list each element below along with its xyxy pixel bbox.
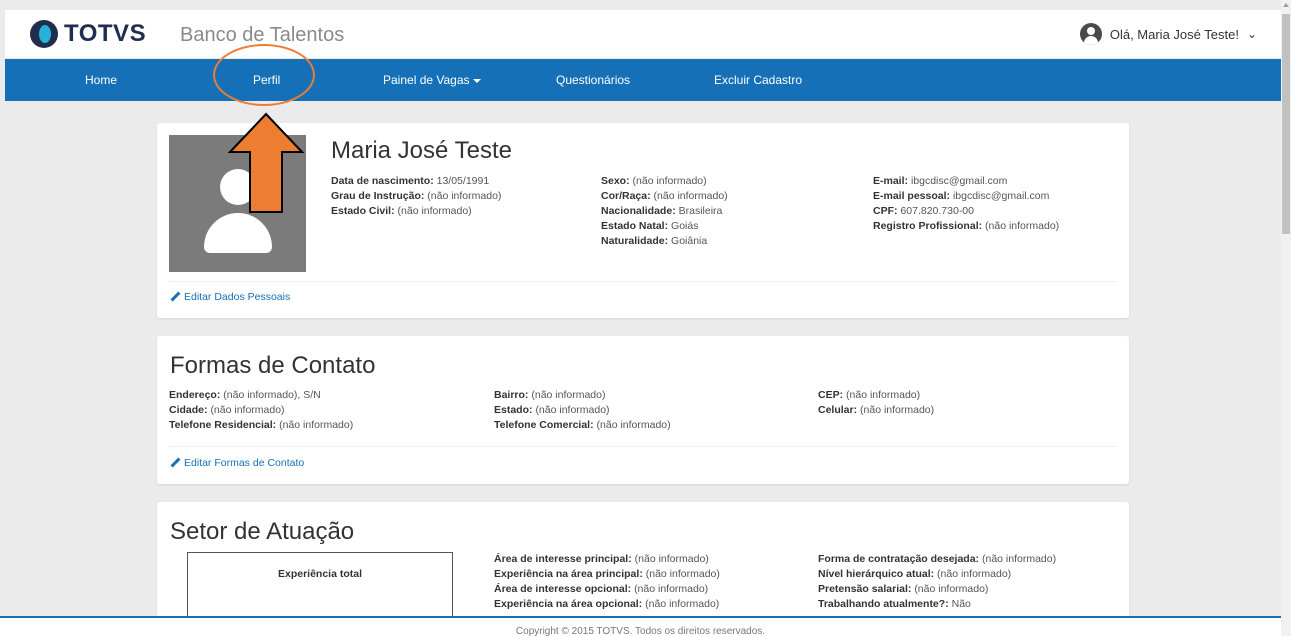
nav-painel-vagas-label: Painel de Vagas bbox=[383, 73, 470, 87]
field-row: CEP: (não informado) bbox=[818, 389, 921, 401]
contact-card: Formas de Contato Endereço: (não informa… bbox=[157, 336, 1129, 484]
field-row: E-mail: ibgcdisc@gmail.com bbox=[873, 175, 1008, 187]
sector-col-2: Área de interesse principal: (não inform… bbox=[494, 552, 720, 612]
user-menu[interactable]: Olá, Maria José Teste! ⌄ bbox=[1079, 23, 1257, 45]
field-row: E-mail pessoal: ibgcdisc@gmail.com bbox=[873, 190, 1050, 202]
field-row: Cidade: (não informado) bbox=[169, 404, 285, 416]
contact-col-2: Bairro: (não informado) Estado: (não inf… bbox=[494, 388, 671, 433]
totvs-logo[interactable]: TOTVS bbox=[30, 20, 146, 48]
totvs-logo-icon bbox=[30, 20, 58, 48]
vertical-scrollbar[interactable] bbox=[1281, 0, 1291, 636]
nav-questionarios[interactable]: Questionários bbox=[556, 73, 630, 87]
personal-col-3: E-mail: ibgcdisc@gmail.com E-mail pessoa… bbox=[873, 174, 1059, 234]
contact-col-1: Endereço: (não informado), S/N Cidade: (… bbox=[169, 388, 353, 433]
field-row: Nacionalidade: Brasileira bbox=[601, 205, 723, 217]
field-row: Experiência na área principal: (não info… bbox=[494, 568, 720, 580]
sector-title: Setor de Atuação bbox=[170, 518, 355, 545]
field-row: Celular: (não informado) bbox=[818, 404, 935, 416]
field-row: Estado: (não informado) bbox=[494, 404, 610, 416]
brand-name: TOTVS bbox=[64, 20, 147, 47]
field-row: Estado Natal: Goiás bbox=[601, 220, 699, 232]
field-row: Endereço: (não informado), S/N bbox=[169, 389, 321, 401]
pencil-icon bbox=[170, 458, 180, 468]
chevron-down-icon: ⌄ bbox=[1246, 27, 1257, 41]
field-row: Forma de contratação desejada: (não info… bbox=[818, 553, 1057, 565]
contact-title: Formas de Contato bbox=[170, 352, 376, 379]
nav-home[interactable]: Home bbox=[85, 73, 117, 87]
field-row: Data de nascimento: 13/05/1991 bbox=[331, 175, 490, 187]
sector-col-3: Forma de contratação desejada: (não info… bbox=[818, 552, 1056, 612]
field-row: Área de interesse opcional: (não informa… bbox=[494, 583, 709, 595]
main-navbar: Home Perfil Painel de Vagas Questionário… bbox=[5, 59, 1281, 101]
personal-col-2: Sexo: (não informado) Cor/Raça: (não inf… bbox=[601, 174, 728, 249]
top-header: TOTVS Banco de Talentos Olá, Maria José … bbox=[5, 10, 1281, 58]
profile-name: Maria José Teste bbox=[331, 137, 512, 164]
field-row: Nível hierárquico atual: (não informado) bbox=[818, 568, 1012, 580]
nav-excluir-cadastro[interactable]: Excluir Cadastro bbox=[714, 73, 802, 87]
personal-col-1: Data de nascimento: 13/05/1991 Grau de I… bbox=[331, 174, 501, 219]
field-row: Registro Profissional: (não informado) bbox=[873, 220, 1060, 232]
divider bbox=[169, 281, 1117, 282]
caret-down-icon bbox=[472, 78, 481, 83]
field-row: Grau de Instrução: (não informado) bbox=[331, 190, 502, 202]
field-row: Sexo: (não informado) bbox=[601, 175, 707, 187]
edit-personal-data-link[interactable]: Editar Dados Pessoais bbox=[170, 291, 290, 303]
experience-total-title: Experiência total bbox=[277, 568, 363, 580]
nav-painel-vagas[interactable]: Painel de Vagas bbox=[383, 73, 481, 87]
field-row: Experiência na área opcional: (não infor… bbox=[494, 598, 720, 610]
annotation-highlight-circle bbox=[213, 44, 315, 106]
divider bbox=[169, 446, 1117, 447]
field-row: Bairro: (não informado) bbox=[494, 389, 606, 401]
scroll-thumb[interactable] bbox=[1282, 14, 1290, 234]
field-row: Telefone Comercial: (não informado) bbox=[494, 419, 671, 431]
field-row: Trabalhando atualmente?: Não bbox=[818, 598, 971, 610]
field-row: Cor/Raça: (não informado) bbox=[601, 190, 728, 202]
field-row: Telefone Residencial: (não informado) bbox=[169, 419, 354, 431]
field-row: Pretensão salarial: (não informado) bbox=[818, 583, 989, 595]
page-footer: Copyright © 2015 TOTVS. Todos os direito… bbox=[0, 616, 1281, 636]
field-row: CPF: 607.820.730-00 bbox=[873, 205, 974, 217]
field-row: Naturalidade: Goiânia bbox=[601, 235, 708, 247]
contact-col-3: CEP: (não informado) Celular: (não infor… bbox=[818, 388, 934, 418]
edit-contact-link[interactable]: Editar Formas de Contato bbox=[170, 457, 304, 469]
field-row: Área de interesse principal: (não inform… bbox=[494, 553, 709, 565]
field-row: Estado Civil: (não informado) bbox=[331, 205, 472, 217]
copyright-text: Copyright © 2015 TOTVS. Todos os direito… bbox=[515, 626, 766, 636]
annotation-arrow-up-icon bbox=[228, 112, 304, 213]
user-avatar-icon bbox=[1079, 23, 1102, 45]
scroll-up-arrow-icon[interactable] bbox=[1283, 3, 1289, 7]
pencil-icon bbox=[170, 292, 180, 302]
user-greeting: Olá, Maria José Teste! bbox=[1109, 26, 1239, 42]
